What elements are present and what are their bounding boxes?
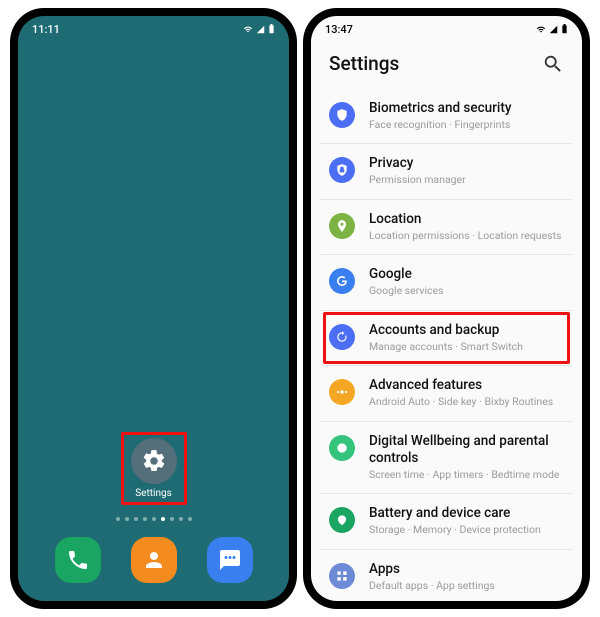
settings-item-title: Privacy <box>369 155 564 172</box>
page-dot[interactable] <box>116 517 120 521</box>
settings-item-subtitle: Screen time · App timers · Bedtime mode <box>369 469 564 482</box>
settings-item-text: Apps Default apps · App settings <box>369 561 564 592</box>
settings-list[interactable]: Biometrics and security Face recognition … <box>311 89 582 601</box>
phone-icon <box>66 548 90 572</box>
dock-phone[interactable] <box>55 537 101 583</box>
page-dot[interactable] <box>152 517 156 521</box>
settings-item-subtitle: Android Auto · Side key · Bixby Routines <box>369 396 564 409</box>
settings-item-subtitle: Face recognition · Fingerprints <box>369 119 564 132</box>
settings-item-digital-wellbeing-and-parental-controls[interactable]: Digital Wellbeing and parental controls S… <box>321 422 572 494</box>
settings-item-text: Advanced features Android Auto · Side key… <box>369 377 564 408</box>
settings-item-subtitle: Permission manager <box>369 174 564 187</box>
status-icons <box>536 24 568 34</box>
google-icon <box>329 268 355 294</box>
battery-icon <box>561 24 568 34</box>
settings-item-subtitle: Manage accounts · Smart Switch <box>369 341 564 354</box>
settings-item-text: Digital Wellbeing and parental controls S… <box>369 433 564 481</box>
settings-item-text: Accounts and backup Manage accounts · Sma… <box>369 322 564 353</box>
page-dot[interactable] <box>179 517 183 521</box>
search-icon <box>542 53 564 75</box>
phone-right: 13:47 Settings Biometrics and security Fa… <box>303 8 590 609</box>
settings-header: Settings <box>311 42 582 89</box>
shield-icon <box>329 102 355 128</box>
status-bar-left: 11:11 <box>18 16 289 42</box>
settings-item-text: Location Location permissions · Location … <box>369 211 564 242</box>
page-dot[interactable] <box>188 517 192 521</box>
signal-icon <box>256 25 265 34</box>
settings-item-title: Accounts and backup <box>369 322 564 339</box>
page-dot[interactable] <box>161 517 165 521</box>
gear-icon <box>141 448 167 474</box>
privacy-icon <box>329 157 355 183</box>
settings-item-subtitle: Location permissions · Location requests <box>369 230 564 243</box>
status-icons <box>243 24 275 34</box>
dock-contacts[interactable] <box>131 537 177 583</box>
settings-item-title: Advanced features <box>369 377 564 394</box>
settings-item-accounts-and-backup[interactable]: Accounts and backup Manage accounts · Sma… <box>321 311 572 366</box>
status-time: 11:11 <box>32 23 60 36</box>
settings-item-subtitle: Default apps · App settings <box>369 580 564 593</box>
page-dot[interactable] <box>134 517 138 521</box>
settings-item-text: Google Google services <box>369 266 564 297</box>
settings-item-title: Google <box>369 266 564 283</box>
settings-item-title: Battery and device care <box>369 505 564 522</box>
settings-item-text: Battery and device care Storage · Memory … <box>369 505 564 536</box>
settings-item-privacy[interactable]: Privacy Permission manager <box>321 144 572 199</box>
settings-item-text: Biometrics and security Face recognition … <box>369 100 564 131</box>
apps-icon <box>329 563 355 589</box>
page-indicator <box>116 517 192 521</box>
settings-item-title: Apps <box>369 561 564 578</box>
wifi-icon <box>536 25 546 34</box>
care-icon <box>329 507 355 533</box>
settings-item-google[interactable]: Google Google services <box>321 255 572 310</box>
settings-item-title: Digital Wellbeing and parental controls <box>369 433 564 467</box>
status-time: 13:47 <box>325 23 353 36</box>
home-body: Settings <box>18 42 289 601</box>
settings-item-text: Privacy Permission manager <box>369 155 564 186</box>
settings-app-label: Settings <box>135 488 172 499</box>
page-dot[interactable] <box>170 517 174 521</box>
wellbeing-icon <box>329 435 355 461</box>
messages-icon <box>218 548 242 572</box>
page-dot[interactable] <box>143 517 147 521</box>
settings-item-apps[interactable]: Apps Default apps · App settings <box>321 550 572 601</box>
advanced-icon <box>329 379 355 405</box>
dock <box>55 537 253 583</box>
settings-item-location[interactable]: Location Location permissions · Location … <box>321 200 572 255</box>
search-button[interactable] <box>542 53 564 75</box>
settings-item-subtitle: Google services <box>369 285 564 298</box>
settings-item-subtitle: Storage · Memory · Device protection <box>369 524 564 537</box>
contacts-icon <box>142 548 166 572</box>
settings-item-battery-and-device-care[interactable]: Battery and device care Storage · Memory … <box>321 494 572 549</box>
page-dot[interactable] <box>125 517 129 521</box>
settings-screen: 13:47 Settings Biometrics and security Fa… <box>311 16 582 601</box>
battery-icon <box>268 24 275 34</box>
settings-item-advanced-features[interactable]: Advanced features Android Auto · Side key… <box>321 366 572 421</box>
dock-messages[interactable] <box>207 537 253 583</box>
settings-item-title: Location <box>369 211 564 228</box>
settings-item-title: Biometrics and security <box>369 100 564 117</box>
home-screen: 11:11 Settings <box>18 16 289 601</box>
signal-icon <box>549 25 558 34</box>
page-title: Settings <box>329 52 399 75</box>
phone-left: 11:11 Settings <box>10 8 297 609</box>
location-icon <box>329 213 355 239</box>
status-bar-right: 13:47 <box>311 16 582 42</box>
wifi-icon <box>243 25 253 34</box>
settings-app-icon[interactable] <box>131 438 177 484</box>
settings-item-biometrics-and-security[interactable]: Biometrics and security Face recognition … <box>321 89 572 144</box>
settings-app-wrapper: Settings <box>131 438 177 499</box>
backup-icon <box>329 324 355 350</box>
